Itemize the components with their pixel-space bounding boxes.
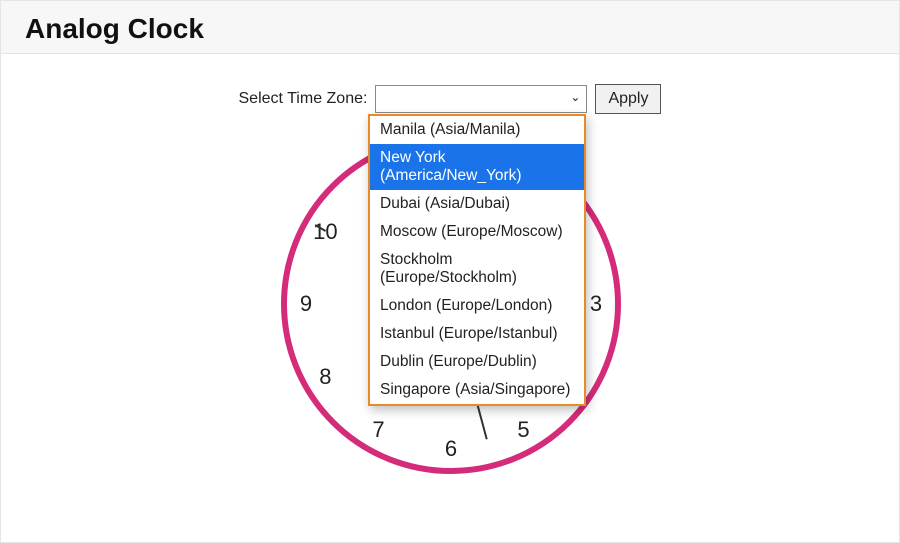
timezone-option[interactable]: Moscow (Europe/Moscow) [370, 218, 584, 246]
clock-numeral: 5 [509, 417, 539, 443]
timezone-row: Select Time Zone: ⌄ Apply [1, 84, 899, 114]
timezone-option[interactable]: Manila (Asia/Manila) [370, 116, 584, 144]
timezone-option[interactable]: Stockholm (Europe/Stockholm) [370, 246, 584, 292]
chevron-down-icon: ⌄ [570, 90, 580, 104]
clock-numeral: 10 [310, 219, 340, 245]
timezone-label: Select Time Zone: [239, 90, 368, 108]
timezone-select[interactable]: ⌄ [375, 85, 587, 113]
timezone-dropdown-list[interactable]: Manila (Asia/Manila)New York (America/Ne… [368, 114, 586, 406]
timezone-option[interactable]: Singapore (Asia/Singapore) [370, 376, 584, 404]
timezone-option[interactable]: London (Europe/London) [370, 292, 584, 320]
page-header: Analog Clock [1, 1, 899, 54]
timezone-option[interactable]: Istanbul (Europe/Istanbul) [370, 320, 584, 348]
clock-numeral: 8 [310, 364, 340, 390]
page-title: Analog Clock [25, 13, 875, 45]
app-frame: Analog Clock Select Time Zone: ⌄ Apply M… [0, 0, 900, 543]
timezone-option[interactable]: Dublin (Europe/Dublin) [370, 348, 584, 376]
clock-numeral: 9 [291, 291, 321, 317]
timezone-option[interactable]: New York (America/New_York) [370, 144, 584, 190]
apply-button[interactable]: Apply [595, 84, 661, 114]
clock-numeral: 6 [436, 436, 466, 462]
timezone-option[interactable]: Dubai (Asia/Dubai) [370, 190, 584, 218]
clock-numeral: 7 [364, 417, 394, 443]
content-area: Select Time Zone: ⌄ Apply Manila (Asia/M… [1, 54, 899, 537]
